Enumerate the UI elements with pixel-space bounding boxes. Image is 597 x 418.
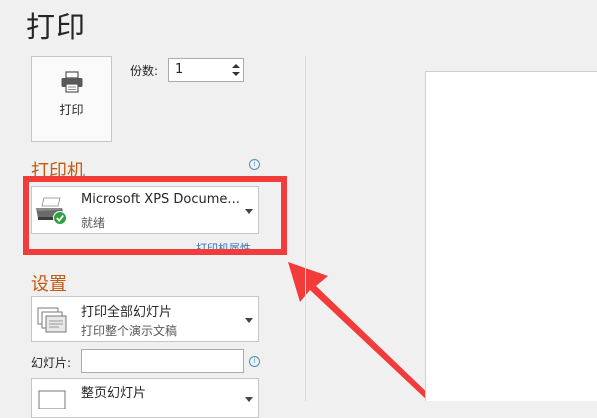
slides-input[interactable] [81, 349, 244, 373]
increment-icon [232, 64, 240, 68]
print-range-dropdown[interactable]: 打印全部幻灯片 打印整个演示文稿 [31, 296, 259, 342]
chevron-down-icon [245, 397, 253, 402]
print-preview [425, 71, 597, 401]
decrement-icon [232, 72, 240, 76]
print-button[interactable]: 打印 [31, 56, 112, 142]
layout-dropdown[interactable]: 整页幻灯片 [31, 378, 259, 418]
slides-icon [37, 307, 67, 333]
printer-icon [61, 71, 82, 93]
page-title: 打印 [26, 10, 87, 44]
panel-divider [305, 56, 306, 401]
copies-label: 份数: [130, 64, 159, 78]
print-button-label: 打印 [59, 103, 84, 117]
copies-stepper[interactable] [230, 60, 242, 80]
layout-title: 整页幻灯片 [81, 386, 147, 401]
info-icon[interactable]: i [249, 356, 260, 367]
slides-label: 幻灯片: [31, 356, 72, 370]
highlight-box [23, 176, 287, 255]
print-range-title: 打印全部幻灯片 [81, 305, 173, 320]
settings-heading: 设置 [31, 274, 67, 295]
print-range-subtitle: 打印整个演示文稿 [81, 324, 178, 338]
slide-layout-icon [38, 390, 66, 409]
chevron-down-icon [245, 318, 253, 323]
info-icon[interactable]: i [249, 159, 260, 170]
annotation-arrow [288, 262, 436, 401]
